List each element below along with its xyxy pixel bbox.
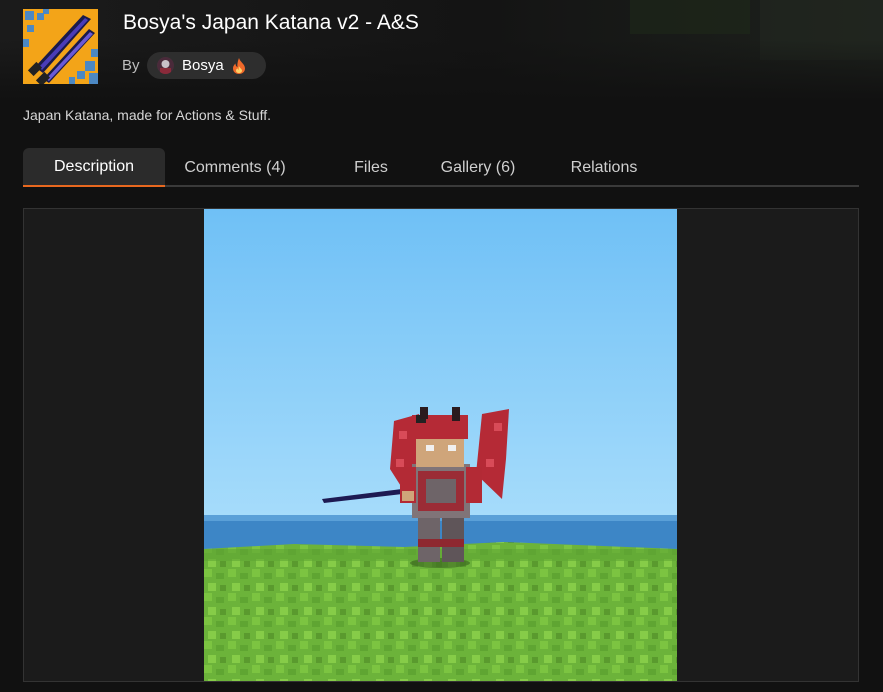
tab-comments[interactable]: Comments (4) <box>165 148 305 187</box>
tab-relations[interactable]: Relations <box>553 148 655 187</box>
author-avatar <box>157 57 174 74</box>
author-name: Bosya <box>182 57 224 74</box>
by-label: By <box>122 57 140 74</box>
tab-description[interactable]: Description <box>23 148 165 187</box>
project-title: Bosya's Japan Katana v2 - A&S <box>123 11 419 34</box>
tab-gallery[interactable]: Gallery (6) <box>423 148 533 187</box>
tab-bar: Description Comments (4) Files Gallery (… <box>23 148 859 187</box>
author-link[interactable]: Bosya <box>147 52 266 79</box>
flame-icon <box>232 57 246 74</box>
tab-files[interactable]: Files <box>333 148 409 187</box>
project-summary: Japan Katana, made for Actions & Stuff. <box>23 107 272 123</box>
katana-logo-icon <box>23 9 98 84</box>
katana-screenshot-image <box>204 209 677 681</box>
